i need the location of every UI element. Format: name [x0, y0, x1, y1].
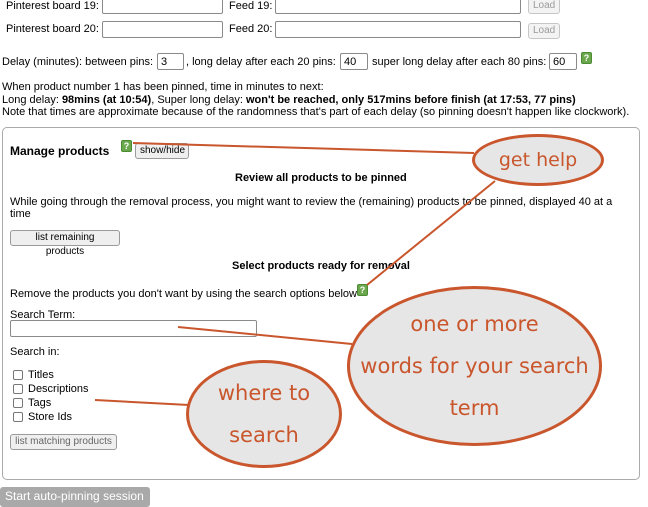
where-to-search-arrow	[94, 399, 190, 406]
get-help-text: get help	[498, 149, 578, 171]
search-term-note-line-1: one or more	[410, 312, 539, 336]
search-term-note-line-2: words for your search	[360, 354, 589, 378]
search-term-bubble: one or more words for your search term	[347, 286, 602, 446]
where-note-line-2: search	[229, 423, 299, 447]
search-term-note-line-3: term	[449, 396, 500, 420]
get-help-arrow-2	[366, 180, 496, 286]
where-note-line-1: where to	[217, 381, 311, 405]
where-to-search-bubble: where to search	[186, 360, 342, 468]
get-help-bubble: get help	[472, 134, 604, 186]
get-help-arrow-1	[132, 142, 475, 154]
search-term-arrow	[177, 326, 353, 345]
